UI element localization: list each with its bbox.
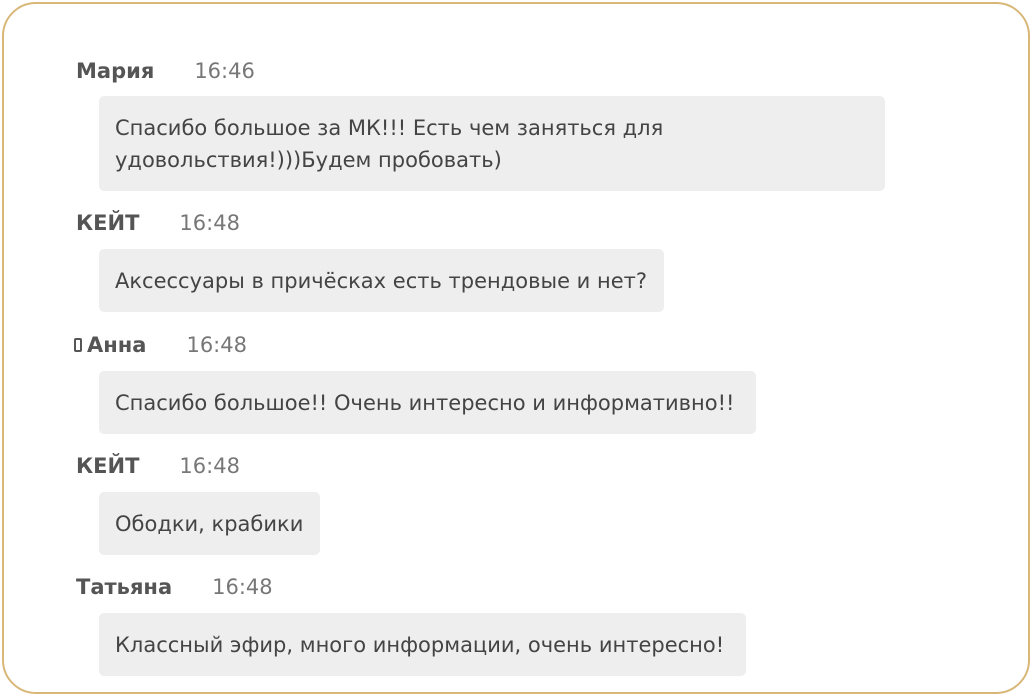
message-time: 16:46	[194, 59, 255, 83]
message-time: 16:48	[212, 575, 273, 599]
message-author: КЕЙТ	[76, 454, 140, 478]
message-time: 16:48	[179, 454, 240, 478]
message-bubble: Спасибо большое!! Очень интересно и инфо…	[99, 371, 756, 434]
mobile-phone-icon	[74, 338, 82, 352]
message-header: Татьяна 16:48	[76, 572, 273, 602]
message-bubble: Спасибо большое за МК!!! Есть чем занять…	[99, 96, 885, 191]
message-header: КЕЙТ 16:48	[76, 208, 240, 238]
message-header: Анна 16:48	[74, 330, 247, 360]
message-text-line: Спасибо большое!! Очень интересно и инфо…	[115, 391, 735, 415]
message-bubble: Классный эфир, много информации, очень и…	[99, 613, 746, 676]
message-time: 16:48	[186, 333, 247, 357]
message-header: Мария 16:46	[76, 56, 255, 86]
message-text-line: Ободки, крабики	[115, 512, 304, 536]
chat-window: Мария 16:46 Спасибо большое за МК!!! Ест…	[2, 2, 1030, 694]
message-author: Анна	[87, 333, 147, 357]
message-header: КЕЙТ 16:48	[76, 451, 240, 481]
message-author: Мария	[76, 59, 155, 83]
message-author: КЕЙТ	[76, 211, 140, 235]
message-text-line: Аксессуары в причёсках есть трендовые и …	[115, 269, 648, 293]
message-time: 16:48	[179, 211, 240, 235]
message-author: Татьяна	[76, 575, 173, 599]
message-text-line: Спасибо большое за МК!!! Есть чем занять…	[115, 116, 664, 140]
message-bubble: Аксессуары в причёсках есть трендовые и …	[99, 249, 664, 312]
message-text-line: удовольствия!)))Будем пробовать)	[115, 148, 502, 172]
message-text-line: Классный эфир, много информации, очень и…	[115, 633, 725, 657]
message-bubble: Ободки, крабики	[99, 492, 320, 555]
